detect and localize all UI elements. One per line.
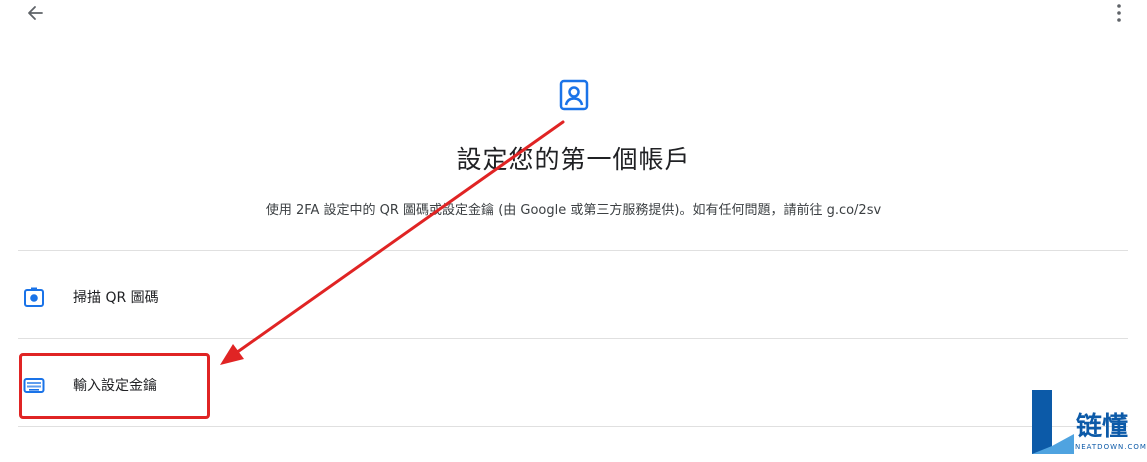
top-app-bar xyxy=(0,0,1147,30)
arrow-left-icon xyxy=(28,6,43,20)
watermark-sub: NEATDOWN.COM xyxy=(1075,443,1147,451)
more-vert-icon xyxy=(1117,4,1121,22)
option-scan-qr-label: 掃描 QR 圖碼 xyxy=(73,290,159,306)
camera-scan-icon xyxy=(22,285,46,309)
page-description: 使用 2FA 設定中的 QR 圖碼或設定金鑰 (由 Google 或第三方服務提… xyxy=(265,203,882,218)
page-title: 設定您的第一個帳戶 xyxy=(456,145,691,174)
more-options-button[interactable] xyxy=(1108,0,1130,28)
divider xyxy=(18,426,1128,427)
option-scan-qr[interactable]: 掃描 QR 圖碼 xyxy=(18,267,1128,327)
divider xyxy=(18,250,1128,251)
back-button[interactable] xyxy=(22,0,50,28)
divider xyxy=(18,338,1128,339)
annotation-highlight-box xyxy=(19,353,210,419)
watermark-logo: 链懂 NEATDOWN.COM xyxy=(1028,384,1147,462)
account-box-icon xyxy=(558,78,590,112)
watermark-brand: 链懂 xyxy=(1076,412,1129,442)
